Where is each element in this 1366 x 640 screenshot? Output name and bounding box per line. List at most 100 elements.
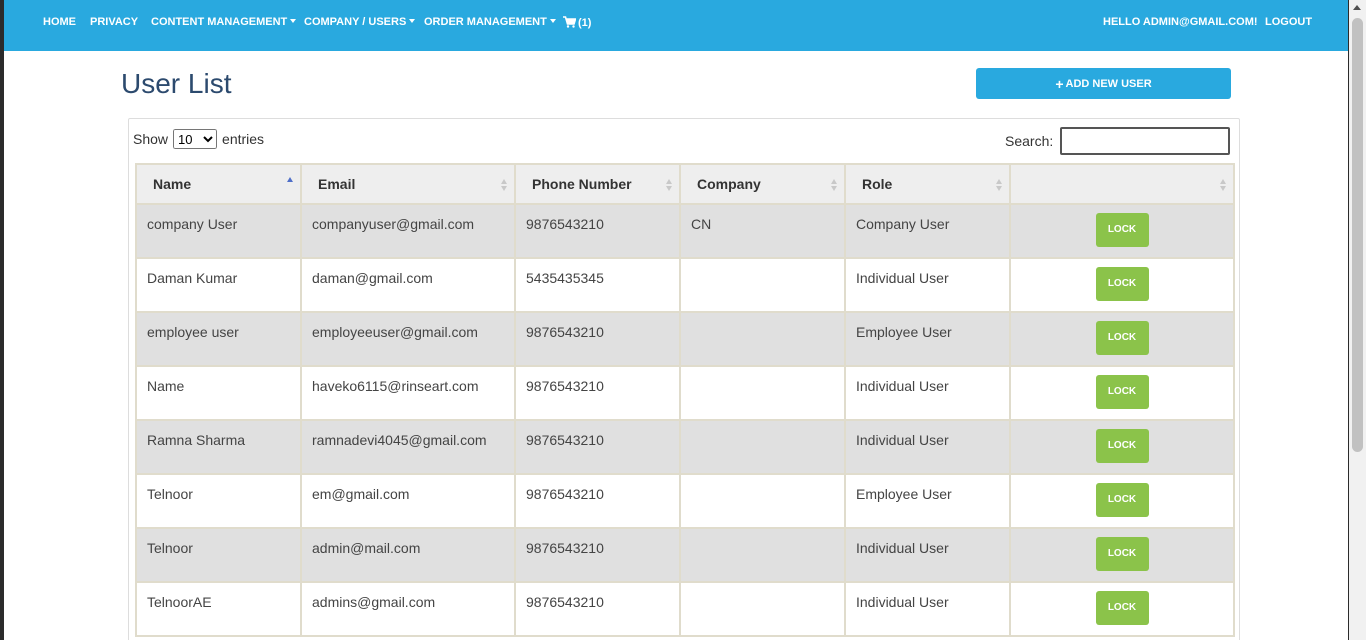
table-row: Telnoor admin@mail.com 9876543210 Individua… [135,527,1235,583]
chevron-down-icon [409,19,416,23]
lock-user-button[interactable]: LOCK [1095,321,1149,355]
table-body: company User companyuser@gmail.com 9876543… [135,203,1235,637]
cell-phone: 9876543210 [514,311,681,367]
column-header-name[interactable]: Name [135,163,302,205]
sort-arrows-icon [501,179,508,191]
column-header-actions[interactable] [1009,163,1235,205]
cell-name: Telnoor [135,527,302,583]
search-input[interactable] [1060,127,1231,155]
nav-cart-link[interactable]: (1) [563,16,591,29]
scroll-up-arrow-icon[interactable] [1353,5,1361,10]
chevron-down-icon [549,19,556,23]
cell-phone: 9876543210 [514,527,681,583]
shopping-cart-icon [563,16,576,28]
nav-order-management-dropdown[interactable]: ORDER MANAGEMENT [424,16,556,28]
cell-role: Company User [844,203,1011,259]
nav-content-management-dropdown[interactable]: CONTENT MANAGEMENT [151,16,297,28]
show-label: Show [133,131,169,147]
table-row: employee user employeeuser@gmail.com 98765… [135,311,1235,367]
entries-label: entries [222,131,265,147]
cell-name: employee user [135,311,302,367]
cell-name: Name [135,365,302,421]
cell-action: LOCK [1009,473,1235,529]
column-header-label: Role [862,176,893,192]
cell-action: LOCK [1009,257,1235,313]
sort-arrows-icon [666,179,673,191]
cell-email: companyuser@gmail.com [300,203,516,259]
cell-company [679,473,846,529]
lock-user-button[interactable]: LOCK [1095,537,1149,571]
cell-action: LOCK [1009,365,1235,421]
scroll-thumb[interactable] [1352,18,1363,452]
sort-arrows-icon [1220,179,1227,191]
user-table: Name Email Phone Number Company Role company… [135,163,1235,637]
cell-action: LOCK [1009,527,1235,583]
lock-user-button[interactable]: LOCK [1095,483,1149,517]
lock-user-button[interactable]: LOCK [1095,375,1149,409]
cell-action: LOCK [1009,581,1235,637]
table-row: company User companyuser@gmail.com 9876543… [135,203,1235,259]
top-navbar: HOME PRIVACY CONTENT MANAGEMENT COMPANY … [4,0,1348,51]
table-row: Ramna Sharma ramnadevi4045@gmail.com 98765… [135,419,1235,475]
cart-count: (1) [578,17,592,29]
page-size-select[interactable]: 102550100 [173,129,218,149]
sort-arrows-icon [831,179,838,191]
column-header-company[interactable]: Company [679,163,846,205]
cell-email: haveko6115@rinseart.com [300,365,516,421]
lock-user-button[interactable]: LOCK [1095,267,1149,301]
cell-name: Ramna Sharma [135,419,302,475]
cell-company [679,419,846,475]
sort-arrows-icon [996,179,1003,191]
table-row: Daman Kumar daman@gmail.com 5435435345 Indi… [135,257,1235,313]
cell-email: daman@gmail.com [300,257,516,313]
cell-phone: 9876543210 [514,419,681,475]
nav-home-link[interactable]: HOME [43,16,76,28]
cell-company [679,365,846,421]
column-header-label: Email [318,176,356,192]
sort-ascending-icon [287,177,294,189]
chevron-down-icon [290,19,297,23]
cell-name: Daman Kumar [135,257,302,313]
table-row: Name haveko6115@rinseart.com 9876543210 Ind… [135,365,1235,421]
add-new-user-button[interactable]: + ADD NEW USER [976,68,1231,99]
nav-order-management-label: ORDER MANAGEMENT [424,16,547,28]
nav-company-users-label: COMPANY / USERS [304,16,407,28]
lock-user-button[interactable]: LOCK [1095,591,1149,625]
page-title: User List [121,68,232,99]
table-row: TelnoorAE admins@gmail.com 9876543210 Indiv… [135,581,1235,637]
column-header-email[interactable]: Email [300,163,516,205]
column-header-label: Name [153,176,192,192]
nav-privacy-link[interactable]: PRIVACY [90,16,138,28]
cell-action: LOCK [1009,311,1235,367]
cell-role: Individual User [844,419,1011,475]
cell-phone: 9876543210 [514,203,681,259]
column-header-role[interactable]: Role [844,163,1011,205]
cell-role: Employee User [844,311,1011,367]
cell-name: Telnoor [135,473,302,529]
cell-email: admin@mail.com [300,527,516,583]
vertical-scrollbar[interactable] [1349,0,1366,640]
cell-company [679,527,846,583]
nav-company-users-dropdown[interactable]: COMPANY / USERS [304,16,416,28]
plus-icon: + [1055,75,1064,92]
cell-company [679,257,846,313]
cell-name: TelnoorAE [135,581,302,637]
search-control: Search: [1005,127,1231,155]
cell-role: Individual User [844,527,1011,583]
add-new-user-label: ADD NEW USER [1065,77,1152,90]
cell-phone: 9876543210 [514,581,681,637]
cell-role: Individual User [844,581,1011,637]
logout-link[interactable]: LOGOUT [1265,16,1312,28]
column-header-label: Company [697,176,761,192]
lock-user-button[interactable]: LOCK [1095,213,1149,247]
cell-email: employeeuser@gmail.com [300,311,516,367]
user-greeting: HELLO ADMIN@GMAIL.COM! [1103,16,1258,28]
lock-user-button[interactable]: LOCK [1095,429,1149,463]
cell-company: CN [679,203,846,259]
cell-phone: 9876543210 [514,365,681,421]
page-size-control: Show 102550100 entries [133,129,264,149]
nav-content-management-label: CONTENT MANAGEMENT [151,16,288,28]
cell-action: LOCK [1009,203,1235,259]
cell-email: admins@gmail.com [300,581,516,637]
column-header-phone-number[interactable]: Phone Number [514,163,681,205]
